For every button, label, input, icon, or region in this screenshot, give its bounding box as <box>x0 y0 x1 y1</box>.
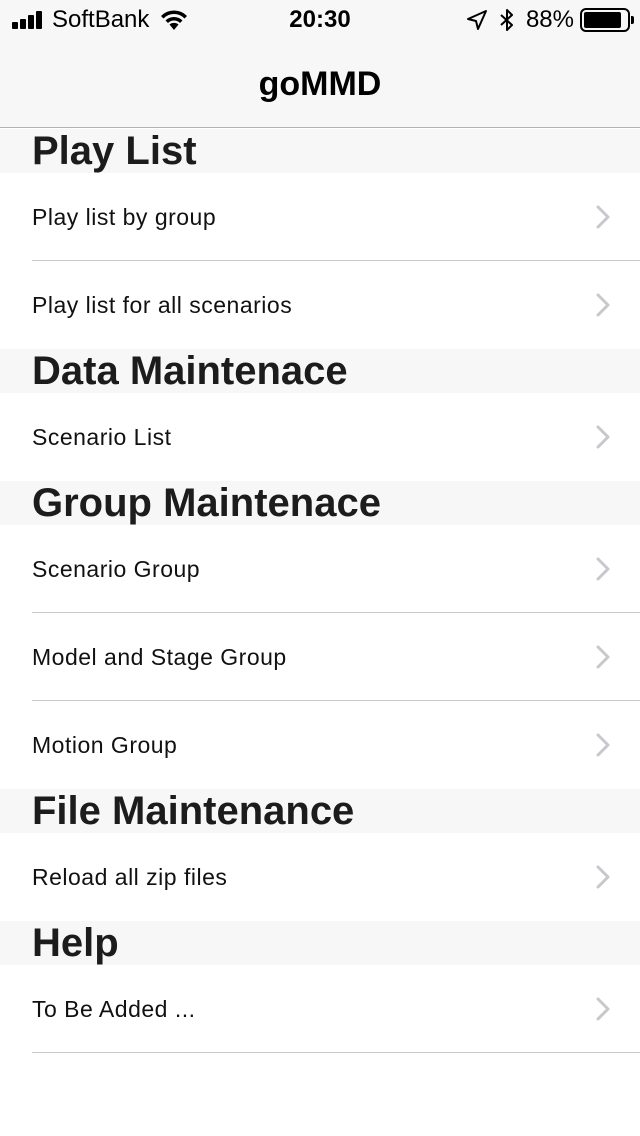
row-label: Scenario Group <box>32 556 201 582</box>
chevron-right-icon <box>596 865 610 889</box>
status-right: 88% <box>466 6 634 34</box>
chevron-right-icon <box>596 557 610 581</box>
row-label: To Be Added ... <box>32 996 196 1022</box>
navigation-bar: goMMD <box>0 40 640 128</box>
table-row[interactable]: Reload all zip files <box>0 833 640 921</box>
status-bar: SoftBank 20:30 88% <box>0 0 640 40</box>
settings-table: Play List Play list by group Play list for… <box>0 129 640 1053</box>
table-row[interactable]: Scenario List <box>0 393 640 481</box>
table-row[interactable]: Model and Stage Group <box>0 613 640 701</box>
row-label: Scenario List <box>32 424 172 450</box>
row-label: Reload all zip files <box>32 864 228 890</box>
table-row[interactable]: To Be Added ... <box>0 965 640 1053</box>
location-icon <box>466 10 487 30</box>
battery-percent: 88% <box>525 6 574 33</box>
row-label: Motion Group <box>32 732 178 758</box>
battery-fill <box>584 12 621 28</box>
row-label: Play list for all scenarios <box>32 292 293 318</box>
table-row[interactable]: Play list by group <box>0 173 640 261</box>
row-label: Model and Stage Group <box>32 644 287 670</box>
section-header: Data Maintenace <box>0 349 640 393</box>
chevron-right-icon <box>596 293 610 317</box>
bluetooth-icon <box>500 9 513 31</box>
chevron-right-icon <box>596 425 610 449</box>
section-header: File Maintenance <box>0 789 640 833</box>
table-row[interactable]: Scenario Group <box>0 525 640 613</box>
section-header: Play List <box>0 129 640 173</box>
table-row[interactable]: Play list for all scenarios <box>0 261 640 349</box>
table-row[interactable]: Motion Group <box>0 701 640 789</box>
row-label: Play list by group <box>32 204 217 230</box>
chevron-right-icon <box>596 997 610 1021</box>
row-separator <box>32 1052 640 1053</box>
chevron-right-icon <box>596 205 610 229</box>
section-header: Group Maintenace <box>0 481 640 525</box>
section-header: Help <box>0 921 640 965</box>
page-title: goMMD <box>258 65 382 103</box>
chevron-right-icon <box>596 645 610 669</box>
battery-icon <box>580 8 634 32</box>
chevron-right-icon <box>596 733 610 757</box>
